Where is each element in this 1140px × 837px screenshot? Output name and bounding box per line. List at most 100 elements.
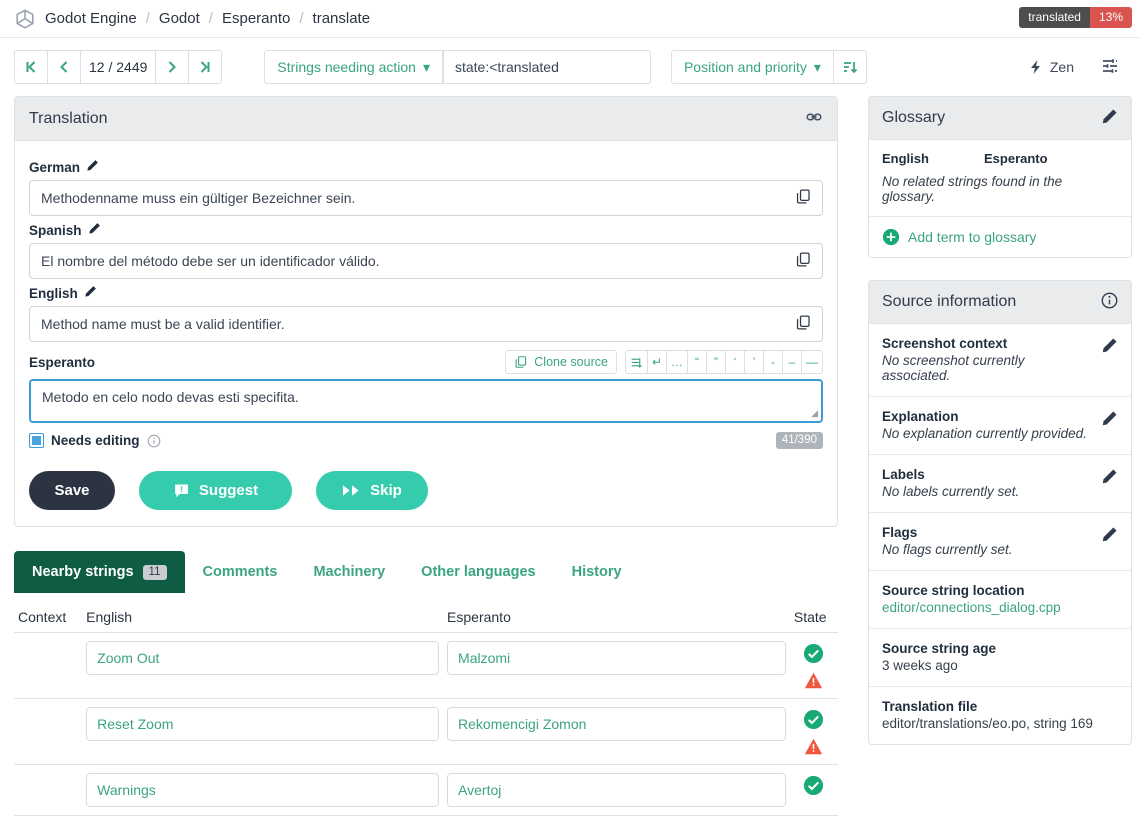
source-value-english: Method name must be a valid identifier.: [29, 306, 823, 342]
row-title: Flags: [882, 525, 1095, 540]
cell-esperanto-value[interactable]: Avertoj: [447, 773, 786, 807]
last-string-button[interactable]: [188, 50, 222, 84]
pencil-icon[interactable]: [1101, 108, 1118, 128]
em-dash-button[interactable]: —: [801, 350, 823, 374]
right-double-quote-button[interactable]: ”: [706, 350, 726, 374]
copy-icon: [795, 251, 812, 268]
source-info-row-source-string-age: Source string age 3 weeks ago: [869, 629, 1131, 687]
sort-direction-button[interactable]: [833, 50, 867, 84]
tab-machinery[interactable]: Machinery: [295, 551, 403, 593]
action-toolbar: 12 / 2449 Strings needing action ▾ Posit…: [0, 38, 1140, 96]
copy-english-button[interactable]: [792, 313, 814, 335]
first-string-button[interactable]: [14, 50, 48, 84]
ellipsis-icon[interactable]: …: [666, 350, 688, 374]
right-single-quote-button[interactable]: ’: [744, 350, 764, 374]
fast-forward-icon: [342, 483, 361, 498]
needs-editing-label: Needs editing: [51, 433, 140, 448]
zen-mode-label: Zen: [1050, 59, 1074, 75]
glossary-columns: English Esperanto: [869, 140, 1131, 174]
cell-context: [14, 765, 82, 816]
source-label-spanish-text: Spanish: [29, 223, 82, 238]
editor-settings-button[interactable]: [1100, 56, 1120, 79]
pencil-icon[interactable]: [88, 222, 101, 238]
add-term-to-glossary-button[interactable]: Add term to glossary: [869, 216, 1131, 257]
row-title: Source string location: [882, 583, 1118, 598]
info-circle-icon[interactable]: [147, 434, 161, 448]
save-button[interactable]: Save: [29, 471, 115, 510]
source-string-location-link[interactable]: editor/connections_dialog.cpp: [882, 600, 1118, 615]
source-info-row-explanation: Explanation No explanation currently pro…: [869, 397, 1131, 455]
cell-english: Zoom Out: [82, 633, 443, 699]
cell-english-value[interactable]: Reset Zoom: [86, 707, 439, 741]
left-single-quote-button[interactable]: ‘: [725, 350, 745, 374]
tab-comments[interactable]: Comments: [185, 551, 296, 593]
next-string-button[interactable]: [155, 50, 189, 84]
insert-newline-icon[interactable]: ↵: [647, 350, 667, 374]
breadcrumb-item-page[interactable]: translate: [313, 10, 371, 27]
clone-source-label: Clone source: [534, 355, 608, 369]
status-badge-percent: 13%: [1090, 7, 1132, 28]
previous-string-button[interactable]: [47, 50, 81, 84]
search-input[interactable]: [443, 50, 651, 84]
cell-english-value[interactable]: Warnings: [86, 773, 439, 807]
pencil-icon[interactable]: [1101, 409, 1118, 441]
target-textarea[interactable]: [29, 379, 823, 423]
pencil-icon[interactable]: [84, 285, 97, 301]
source-label-german-text: German: [29, 160, 80, 175]
copy-german-button[interactable]: [792, 187, 814, 209]
left-double-quote-button[interactable]: “: [687, 350, 707, 374]
row-value: No screenshot currently associated.: [882, 353, 1095, 383]
hyphen-button[interactable]: -: [763, 350, 783, 374]
source-field-english: Method name must be a valid identifier.: [29, 306, 823, 342]
suggest-button-label: Suggest: [199, 482, 258, 499]
nearby-strings-table: Context English Esperanto State Zoom Out…: [14, 603, 838, 816]
cell-esperanto-value[interactable]: Malzomi: [447, 641, 786, 675]
breadcrumb-item-project[interactable]: Godot Engine: [45, 10, 137, 27]
target-under-row: Needs editing 41/390: [29, 432, 823, 449]
breadcrumb-item-component[interactable]: Godot: [159, 10, 200, 27]
glossary-header: Glossary: [869, 97, 1131, 140]
pencil-icon[interactable]: [1101, 467, 1118, 499]
breadcrumb-item-language[interactable]: Esperanto: [222, 10, 290, 27]
tab-comments-label: Comments: [203, 564, 278, 580]
cell-esperanto-value[interactable]: Rekomencigi Zomon: [447, 707, 786, 741]
info-circle-icon[interactable]: [1101, 292, 1118, 312]
skip-button[interactable]: Skip: [316, 471, 428, 510]
status-badge[interactable]: translated 13%: [1019, 7, 1132, 28]
rtl-toggle-icon[interactable]: [625, 350, 648, 374]
source-information-card: Source information Screenshot context No…: [868, 280, 1132, 745]
sort-descending-icon: [842, 59, 858, 75]
chain-link-icon[interactable]: [805, 108, 823, 129]
cell-english: Warnings: [82, 765, 443, 816]
source-value-german: Methodenname muss ein gültiger Bezeichne…: [29, 180, 823, 216]
tab-other-languages[interactable]: Other languages: [403, 551, 553, 593]
zen-mode-button[interactable]: Zen: [1028, 59, 1074, 75]
clone-source-button[interactable]: Clone source: [505, 350, 617, 374]
chevron-down-icon: ▾: [423, 59, 430, 76]
table-row[interactable]: Reset Zoom Rekomencigi Zomon: [14, 699, 838, 765]
en-dash-button[interactable]: –: [782, 350, 802, 374]
cell-esperanto: Rekomencigi Zomon: [443, 699, 790, 765]
tab-history[interactable]: History: [554, 551, 640, 593]
table-row[interactable]: Warnings Avertoj: [14, 765, 838, 816]
tab-nearby-strings[interactable]: Nearby strings 11: [14, 551, 185, 593]
pencil-icon[interactable]: [86, 159, 99, 175]
save-button-label: Save: [54, 482, 89, 499]
source-field-spanish: El nombre del método debe ser un identif…: [29, 243, 823, 279]
copy-spanish-button[interactable]: [792, 250, 814, 272]
glossary-card: Glossary English Esperanto No related st…: [868, 96, 1132, 258]
pencil-icon[interactable]: [1101, 336, 1118, 383]
suggest-button[interactable]: Suggest: [139, 471, 292, 510]
row-value: No explanation currently provided.: [882, 426, 1095, 441]
add-term-label: Add term to glossary: [908, 229, 1036, 245]
sort-group: Position and priority ▾: [671, 50, 867, 84]
pencil-icon[interactable]: [1101, 525, 1118, 557]
row-value: No labels currently set.: [882, 484, 1095, 499]
sort-order-dropdown[interactable]: Position and priority ▾: [671, 50, 834, 84]
strings-filter-dropdown[interactable]: Strings needing action ▾: [264, 50, 443, 84]
row-value: editor/translations/eo.po, string 169: [882, 716, 1118, 731]
cell-english-value[interactable]: Zoom Out: [86, 641, 439, 675]
needs-editing-checkbox[interactable]: Needs editing: [29, 433, 161, 448]
lightning-bolt-icon: [1028, 59, 1044, 75]
table-row[interactable]: Zoom Out Malzomi: [14, 633, 838, 699]
